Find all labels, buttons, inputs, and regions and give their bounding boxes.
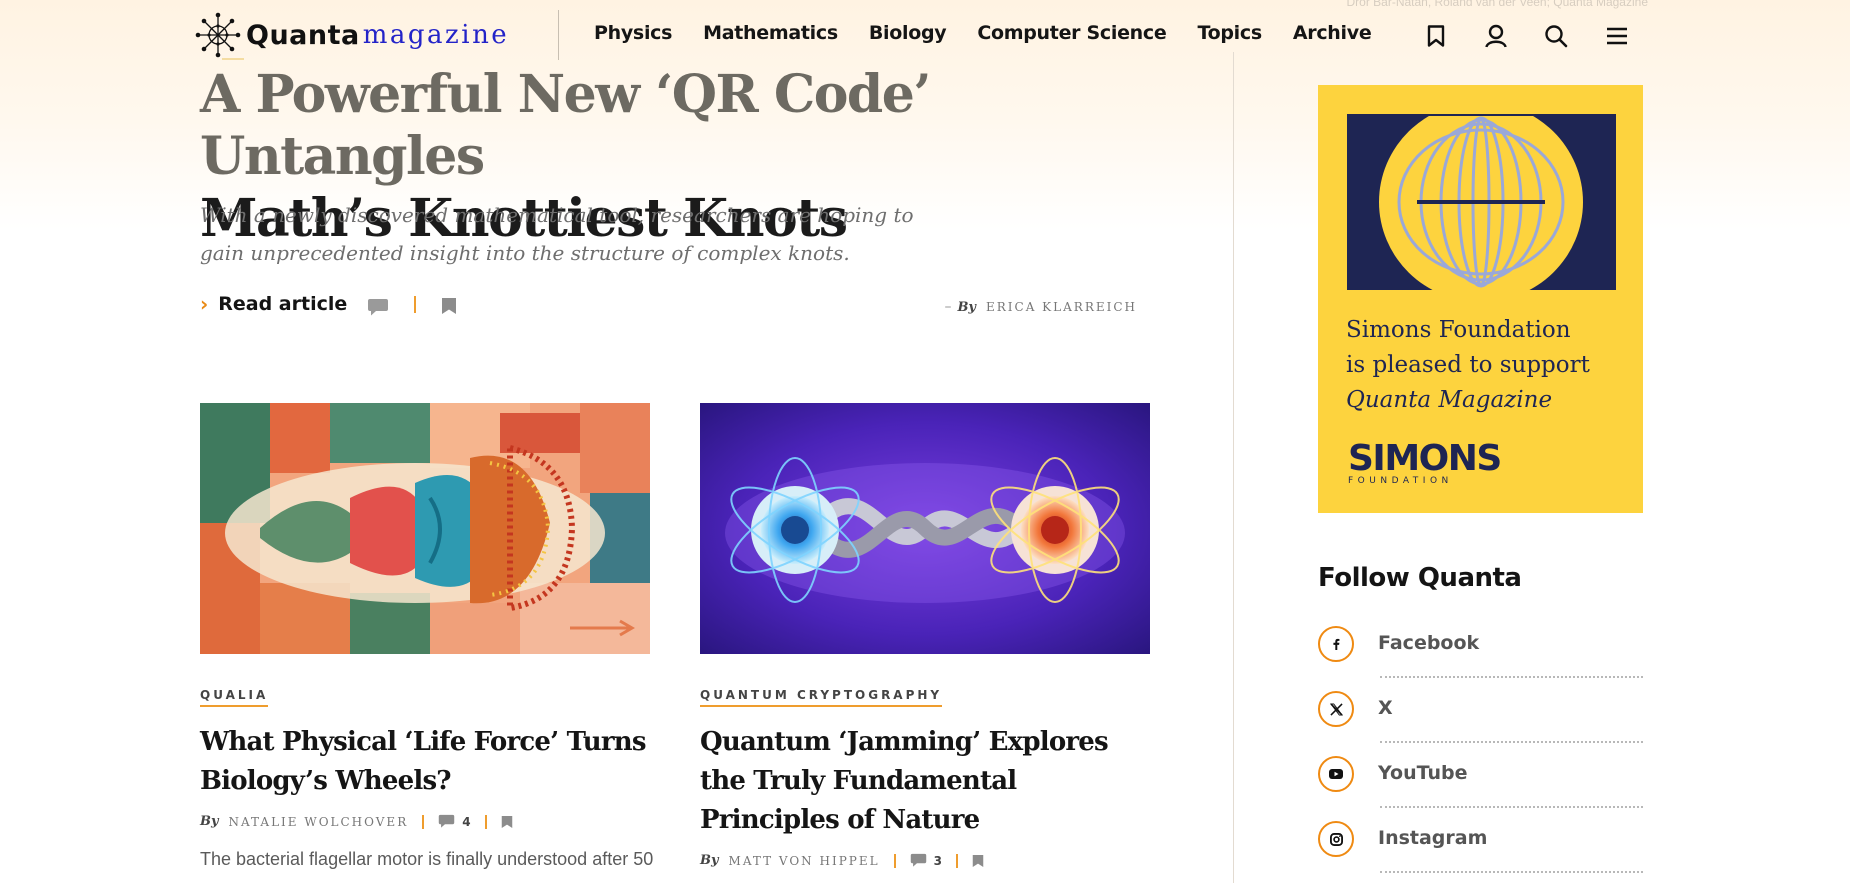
simons-foundation-ad[interactable]: Simons Foundation is pleased to support … <box>1318 85 1643 513</box>
hero-dek: With a newly discovered mathematical too… <box>200 203 914 265</box>
social-facebook[interactable]: Facebook <box>1318 626 1643 686</box>
menu-button[interactable] <box>1601 20 1633 52</box>
bookmark-icon[interactable] <box>501 815 513 829</box>
social-youtube[interactable]: YouTube <box>1318 756 1643 816</box>
hero-author[interactable]: Erica Klarreich <box>986 300 1137 314</box>
page: Dror Bar-Natan, Roland van der Veen; Qua… <box>0 0 1850 883</box>
comment-icon <box>368 299 388 316</box>
header-divider <box>558 10 559 60</box>
menu-icon <box>1607 27 1627 45</box>
search-button[interactable] <box>1540 20 1572 52</box>
card2-by: By <box>700 853 719 868</box>
card2-comment-count: 3 <box>933 853 942 868</box>
quanta-logo[interactable]: Quanta magazine <box>192 10 509 60</box>
chevron-right-icon: › <box>200 292 209 316</box>
ad-line1: Simons Foundation <box>1346 317 1571 343</box>
bookmark-icon <box>442 298 456 314</box>
card1-author[interactable]: Natalie Wolchover <box>229 815 409 829</box>
x-label: X <box>1378 697 1393 719</box>
card1-title[interactable]: What Physical ‘Life Force’ Turns Biology… <box>200 723 650 801</box>
ad-line3: Quanta Magazine <box>1346 387 1553 413</box>
image-credit: Dror Bar-Natan, Roland van der Veen; Qua… <box>1346 0 1648 9</box>
social-divider <box>1380 676 1643 678</box>
nav-archive[interactable]: Archive <box>1293 22 1372 44</box>
bookmark-icon <box>1427 25 1445 47</box>
card-image-flagellar-motor[interactable] <box>200 403 650 654</box>
nav-physics[interactable]: Physics <box>594 22 672 44</box>
facebook-icon <box>1318 626 1354 662</box>
facebook-label: Facebook <box>1378 632 1480 654</box>
follow-quanta-heading: Follow Quanta <box>1318 563 1522 593</box>
comment-icon[interactable] <box>910 853 927 868</box>
nav-topics[interactable]: Topics <box>1197 22 1262 44</box>
byline-by: By <box>957 300 976 315</box>
social-x[interactable]: X <box>1318 691 1643 751</box>
main-nav: Physics Mathematics Biology Computer Sci… <box>594 22 1402 44</box>
column-divider <box>1233 52 1234 883</box>
ad-artwork <box>1347 114 1616 290</box>
user-icon <box>1485 24 1507 48</box>
quanta-logo-icon <box>195 12 244 60</box>
nav-biology[interactable]: Biology <box>869 22 947 44</box>
instagram-label: Instagram <box>1378 827 1488 849</box>
ad-logo-word: SIMONS <box>1348 438 1502 479</box>
hero-comments-button[interactable] <box>367 298 389 322</box>
card1-meta: By Natalie Wolchover 4 <box>200 814 513 829</box>
meta-separator <box>414 296 416 313</box>
byline-dash: – <box>944 299 952 315</box>
comment-icon[interactable] <box>438 814 455 829</box>
bookmark-icon[interactable] <box>972 854 984 868</box>
site-header: Dror Bar-Natan, Roland van der Veen; Qua… <box>0 0 1850 70</box>
flagellar-motor-illustration <box>200 403 650 654</box>
card1-by: By <box>200 814 219 829</box>
logo-wordmark: Quanta <box>246 19 360 51</box>
card-image-quantum-jamming[interactable] <box>700 403 1150 654</box>
logo-magazine: magazine <box>362 20 510 50</box>
card2-meta: By Matt von Hippel 3 <box>700 853 984 868</box>
youtube-icon <box>1318 756 1354 792</box>
card1-comment-count: 4 <box>462 814 471 829</box>
card1-kicker[interactable]: QUALIA <box>200 688 269 707</box>
meta-separator <box>422 814 425 829</box>
card2-author[interactable]: Matt von Hippel <box>729 854 880 868</box>
hero-title-line1: A Powerful New ‘QR Code’ Untangles <box>200 64 931 187</box>
hero-bookmark-button[interactable] <box>441 297 457 320</box>
meta-separator <box>893 853 896 868</box>
ad-text: Simons Foundation is pleased to support … <box>1346 313 1590 418</box>
nav-computer-science[interactable]: Computer Science <box>977 22 1166 44</box>
meta-separator <box>955 853 958 868</box>
read-article-link[interactable]: › Read article <box>200 292 347 316</box>
read-article-label: Read article <box>218 293 348 315</box>
card2-kicker[interactable]: QUANTUM CRYPTOGRAPHY <box>700 688 943 707</box>
quantum-jamming-illustration <box>700 403 1150 654</box>
ad-line2: is pleased to support <box>1346 352 1590 378</box>
card2-title[interactable]: Quantum ‘Jamming’ Explores the Truly Fun… <box>700 723 1150 840</box>
nav-mathematics[interactable]: Mathematics <box>703 22 838 44</box>
card1-excerpt: The bacterial flagellar motor is finally… <box>200 849 654 869</box>
instagram-icon <box>1318 821 1354 857</box>
meta-separator <box>484 814 487 829</box>
social-instagram[interactable]: Instagram <box>1318 821 1643 881</box>
search-icon <box>1545 25 1568 48</box>
social-divider <box>1380 806 1643 808</box>
social-divider <box>1380 741 1643 743</box>
x-icon <box>1318 691 1354 727</box>
account-button[interactable] <box>1480 20 1512 52</box>
simons-foundation-logo: SIMONS FOUNDATION <box>1348 438 1502 487</box>
bookmark-button[interactable] <box>1420 20 1452 52</box>
youtube-label: YouTube <box>1378 762 1468 784</box>
hero-byline: – By Erica Klarreich <box>944 299 1137 315</box>
social-divider <box>1380 871 1643 873</box>
